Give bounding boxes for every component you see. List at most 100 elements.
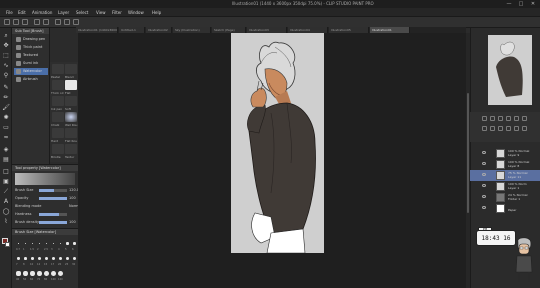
blend-icon[interactable]: ≈ [2,134,10,142]
brush-size-option[interactable] [18,243,19,244]
layer-row[interactable]: 100 % Norm Layer 1 [470,181,540,192]
property-row[interactable]: Brush Size 120.0 [15,187,79,194]
brush-size-option[interactable] [52,242,55,245]
delete-layer-icon[interactable] [522,116,527,121]
navigator-preview[interactable] [488,35,532,105]
close-button[interactable]: ✕ [527,0,539,8]
layer-row[interactable]: 24 % Normal Folder 1 [470,192,540,203]
brush-size-option[interactable] [30,271,35,276]
new-icon[interactable] [4,19,10,25]
gradient-icon[interactable]: ▤ [2,156,10,164]
brush-preset[interactable] [52,144,64,154]
property-row[interactable]: Hardness [15,211,77,218]
brush-preset[interactable] [65,144,77,154]
merge-icon[interactable] [498,126,503,131]
brush-size-option[interactable] [37,271,42,276]
clear-icon[interactable] [55,19,61,25]
brush-size-option[interactable] [17,257,20,260]
brush-size-option[interactable] [38,257,41,260]
airbrush-icon[interactable]: ✺ [2,114,10,122]
property-slider[interactable] [39,213,67,216]
menu-help[interactable]: Help [152,10,161,15]
brush-preset[interactable] [65,128,77,138]
sub-tool-item[interactable]: Thick paint [14,44,48,51]
eye-icon[interactable] [482,195,486,198]
property-row[interactable]: Blending mode Normal [15,203,82,210]
minimize-button[interactable]: — [503,0,515,8]
layer-row-selected[interactable]: 75 % Normal Layer 11 [470,170,540,181]
settings-icon[interactable] [506,126,511,131]
figure-icon[interactable]: □ [2,168,10,176]
brush-preset[interactable] [52,64,64,74]
brush-size-option[interactable] [45,242,48,245]
property-slider[interactable] [39,221,67,224]
new-layer-icon[interactable] [482,116,487,121]
sub-tool-item[interactable]: Drawing pen [14,36,48,43]
canvas-artwork[interactable] [231,33,324,253]
pencil-icon[interactable]: ✏ [2,94,10,102]
menu-window[interactable]: Window [128,10,144,15]
ruler-icon[interactable]: ⟋ [2,188,10,196]
brush-icon[interactable]: 🖌 [2,104,10,112]
property-row[interactable]: Opacity 100 [15,195,77,202]
brush-preset[interactable] [65,64,77,74]
mask-icon[interactable] [498,116,503,121]
new-folder-icon[interactable] [490,116,495,121]
brush-size-option[interactable] [72,256,77,261]
eyedropper-icon[interactable]: ⚲ [2,72,10,80]
brush-size-option[interactable] [65,256,70,261]
brush-size-option[interactable] [31,257,34,260]
eye-icon[interactable] [482,151,486,154]
eye-icon[interactable] [482,184,486,187]
sub-tool-item[interactable]: Airbrush [14,76,48,83]
draft-icon[interactable] [490,126,495,131]
reference-icon[interactable] [482,126,487,131]
menu-edit[interactable]: Edit [18,10,26,15]
brush-size-option[interactable] [51,271,56,276]
select-icon[interactable]: ⬚ [2,52,10,60]
fill-icon[interactable]: ◈ [2,146,10,154]
brush-size-option[interactable] [51,256,56,261]
brush-size-option[interactable] [24,257,27,260]
undo-icon[interactable] [34,19,40,25]
menu-animation[interactable]: Animation [32,10,52,15]
menu-icon[interactable] [522,126,527,131]
eye-icon[interactable] [482,173,486,176]
fill-icon[interactable] [64,19,70,25]
transform-icon[interactable] [73,19,79,25]
menu-select[interactable]: Select [76,10,88,15]
move-icon[interactable]: ✥ [2,42,10,50]
eye-icon[interactable] [482,206,486,209]
property-slider[interactable] [39,197,67,200]
menu-layer[interactable]: Layer [58,10,69,15]
brush-size-option[interactable] [44,271,49,276]
menu-filter[interactable]: Filter [112,10,122,15]
brush-size-option[interactable] [59,242,62,245]
brush-preset[interactable] [52,96,64,106]
brush-preset[interactable] [65,112,77,122]
menu-view[interactable]: View [96,10,106,15]
color-icon[interactable] [514,126,519,131]
eye-icon[interactable] [482,162,486,165]
brush-size-option[interactable] [23,271,28,276]
open-icon[interactable] [13,19,19,25]
menu-file[interactable]: File [6,10,13,15]
balloon-icon[interactable]: ◯ [2,208,10,216]
brush-preset[interactable] [52,112,64,122]
save-icon[interactable] [22,19,28,25]
sub-tool-item-selected[interactable]: Watercolor [14,68,48,75]
frame-icon[interactable]: ▣ [2,178,10,186]
brush-size-option[interactable] [25,243,26,244]
scrollbar-thumb[interactable] [467,93,469,213]
brush-size-option[interactable] [38,242,41,245]
lock-icon[interactable] [514,116,519,121]
brush-preset[interactable] [65,80,77,90]
sub-color-swatch[interactable] [5,242,10,247]
lasso-icon[interactable]: ∿ [2,62,10,70]
eraser-icon[interactable]: ▭ [2,124,10,132]
brush-size-option[interactable] [58,271,63,276]
zoom-icon[interactable]: ⌕ [2,32,10,40]
brush-size-option[interactable] [44,256,49,261]
layer-row[interactable]: 100 % Normal Layer 9 [470,148,540,159]
property-slider[interactable] [39,189,67,192]
